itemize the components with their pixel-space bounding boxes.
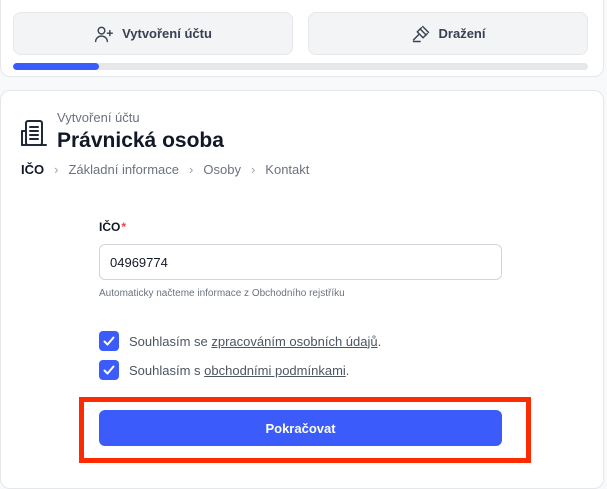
user-plus-icon xyxy=(95,26,114,42)
personal-data-link[interactable]: zpracováním osobních údajů xyxy=(211,334,377,349)
ico-field-label: IČO* xyxy=(99,220,126,234)
gavel-icon xyxy=(412,25,429,42)
chevron-right-icon: › xyxy=(189,162,194,177)
consent-terms-checkbox[interactable] xyxy=(99,360,119,380)
consent-terms-text: Souhlasím s obchodními podmínkami. xyxy=(129,363,349,378)
consent-prefix: Souhlasím s xyxy=(129,362,205,378)
required-mark: * xyxy=(121,220,127,234)
breadcrumb-item-basic-info[interactable]: Základní informace xyxy=(68,162,179,177)
terms-link[interactable]: obchodními podmínkami xyxy=(204,363,346,378)
breadcrumb: IČO › Základní informace › Osoby › Konta… xyxy=(21,162,309,177)
breadcrumb-item-persons[interactable]: Osoby xyxy=(203,162,241,177)
breadcrumb-item-contact[interactable]: Kontakt xyxy=(265,162,309,177)
checkmark-icon xyxy=(103,336,115,346)
tab-auction[interactable]: Dražení xyxy=(308,12,588,55)
tab-create-account-label: Vytvoření účtu xyxy=(122,26,212,41)
form-card: Vytvoření účtu Právnická osoba IČO › Zák… xyxy=(0,90,604,489)
building-icon xyxy=(21,120,47,146)
page-subtitle: Vytvoření účtu xyxy=(57,110,140,125)
chevron-right-icon: › xyxy=(54,162,59,177)
tab-create-account[interactable]: Vytvoření účtu xyxy=(13,12,293,55)
progress-bar xyxy=(13,63,588,70)
consent-terms: Souhlasím s obchodními podmínkami. xyxy=(99,360,349,380)
ico-input[interactable] xyxy=(99,244,502,280)
consent-personal-data-text: Souhlasím se zpracováním osobních údajů. xyxy=(129,334,381,349)
progress-bar-fill xyxy=(13,63,100,70)
consent-personal-data-checkbox[interactable] xyxy=(99,331,119,351)
step-tabs-panel: Vytvoření účtu Dražení xyxy=(0,0,604,77)
checkmark-icon xyxy=(103,365,115,375)
consent-suffix: . xyxy=(345,362,350,378)
consent-suffix: . xyxy=(377,333,382,349)
page-title: Právnická osoba xyxy=(57,129,224,152)
ico-label-text: IČO xyxy=(99,220,121,234)
chevron-right-icon: › xyxy=(250,162,256,177)
breadcrumb-item-ico[interactable]: IČO xyxy=(21,162,44,177)
consent-personal-data: Souhlasím se zpracováním osobních údajů. xyxy=(99,331,381,351)
tab-auction-label: Dražení xyxy=(438,26,486,41)
continue-button[interactable]: Pokračovat xyxy=(99,410,502,446)
consent-prefix: Souhlasím se xyxy=(129,333,212,349)
ico-hint: Automaticky načteme informace z Obchodní… xyxy=(99,288,345,299)
